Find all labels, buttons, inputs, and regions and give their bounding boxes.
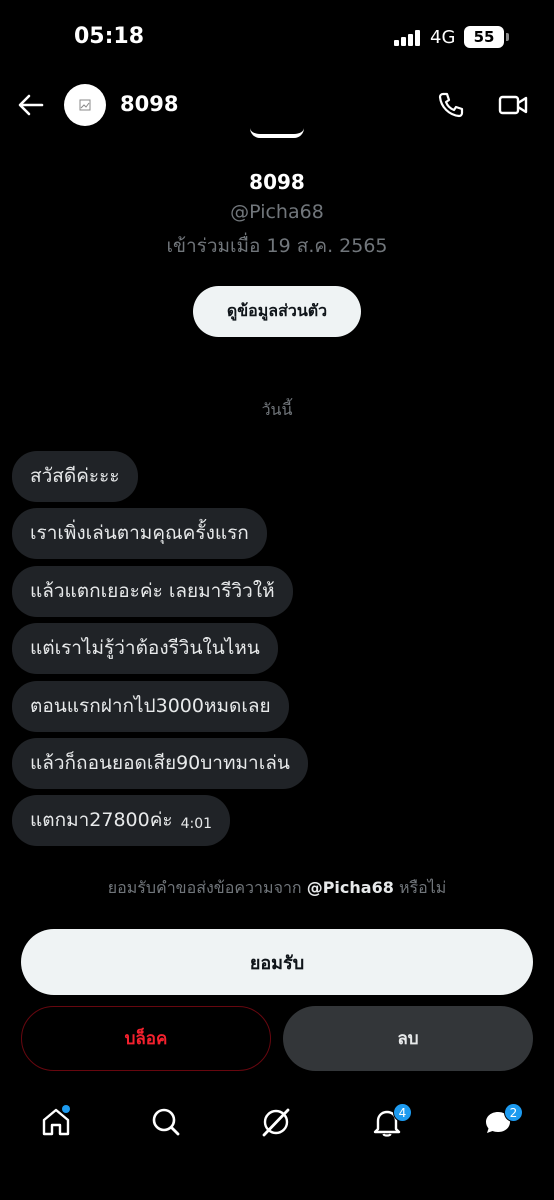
- search-icon: [152, 1108, 180, 1136]
- home-notification-dot: [62, 1105, 70, 1113]
- message-bubble[interactable]: แล้วแตกเยอะค่ะ เลยมารีวิวให้: [12, 565, 293, 617]
- message-text: เราเพิ่งเล่นตามคุณครั้งแรก: [30, 522, 249, 545]
- message-list: สวัสดีค่ะะะ เราเพิ่งเล่นตามคุณครั้งแรก แ…: [12, 451, 542, 853]
- notifications-badge: 4: [393, 1103, 412, 1122]
- message-bubble[interactable]: แตกมา27800ค่ะ 4:01: [12, 795, 231, 847]
- tab-grok[interactable]: [260, 1106, 292, 1138]
- tab-home[interactable]: [40, 1105, 72, 1138]
- bottom-tab-bar: 4 2: [0, 1090, 554, 1160]
- video-camera-icon: [498, 95, 528, 115]
- message-text: ตอนแรกฝากไป3000หมดเลย: [30, 694, 271, 717]
- grok-icon: [262, 1108, 290, 1137]
- tab-search[interactable]: [150, 1106, 182, 1138]
- message-bubble[interactable]: แต่เราไม่รู้ว่าต้องรีวินในไหน: [12, 623, 278, 675]
- battery-icon: 55: [464, 26, 509, 48]
- view-profile-button[interactable]: ดูข้อมูลส่วนตัว: [193, 286, 361, 337]
- message-bubble[interactable]: สวัสดีค่ะะะ: [12, 451, 138, 502]
- message-request-prompt: ยอมรับคำขอส่งข้อความจาก @Picha68 หรือไม่: [0, 876, 554, 901]
- status-time: 05:18: [74, 24, 145, 49]
- message-text: แต่เราไม่รู้ว่าต้องรีวินในไหน: [30, 637, 260, 660]
- message-bubble[interactable]: เราเพิ่งเล่นตามคุณครั้งแรก: [12, 508, 267, 560]
- message-text: แล้วก็ถอนยอดเสีย90บาทมาเล่น: [30, 751, 290, 774]
- tab-messages[interactable]: 2: [482, 1103, 523, 1138]
- call-button[interactable]: [436, 90, 466, 120]
- avatar[interactable]: [64, 84, 106, 126]
- messages-badge: 2: [504, 1103, 523, 1122]
- message-text: สวัสดีค่ะะะ: [30, 465, 120, 487]
- tab-notifications[interactable]: 4: [371, 1103, 412, 1138]
- phone-icon: [438, 92, 464, 118]
- profile-name: 8098: [249, 170, 305, 194]
- message-bubble[interactable]: ตอนแรกฝากไป3000หมดเลย: [12, 680, 289, 732]
- message-bubble[interactable]: แล้วก็ถอนยอดเสีย90บาทมาเล่น: [12, 737, 308, 789]
- message-text: แล้วแตกเยอะค่ะ เลยมารีวิวให้: [30, 579, 275, 602]
- request-prefix: ยอมรับคำขอส่งข้อความจาก: [107, 878, 302, 897]
- block-button[interactable]: บล็อค: [21, 1006, 271, 1071]
- date-separator: วันนี้: [261, 400, 293, 419]
- message-timestamp: 4:01: [180, 816, 213, 833]
- message-text: แตกมา27800ค่ะ: [30, 809, 173, 832]
- delete-button[interactable]: ลบ: [283, 1006, 533, 1071]
- cellular-signal-icon: [394, 30, 422, 46]
- arrow-left-icon: [18, 94, 44, 116]
- header-name[interactable]: 8098: [120, 92, 178, 116]
- profile-handle: @Picha68: [230, 201, 324, 223]
- video-call-button[interactable]: [497, 90, 529, 120]
- accept-button[interactable]: ยอมรับ: [21, 929, 533, 995]
- back-button[interactable]: [16, 90, 46, 120]
- request-handle: @Picha68: [306, 878, 394, 897]
- profile-avatar-edge: [250, 128, 304, 138]
- request-suffix: หรือไม่: [398, 878, 447, 897]
- image-placeholder-icon: [79, 99, 91, 111]
- profile-joined-date: เข้าร่วมเมื่อ 19 ส.ค. 2565: [166, 235, 388, 257]
- network-type: 4G: [430, 27, 456, 48]
- status-bar: 05:18 4G 55: [0, 0, 554, 76]
- conversation-header: 8098: [0, 76, 554, 136]
